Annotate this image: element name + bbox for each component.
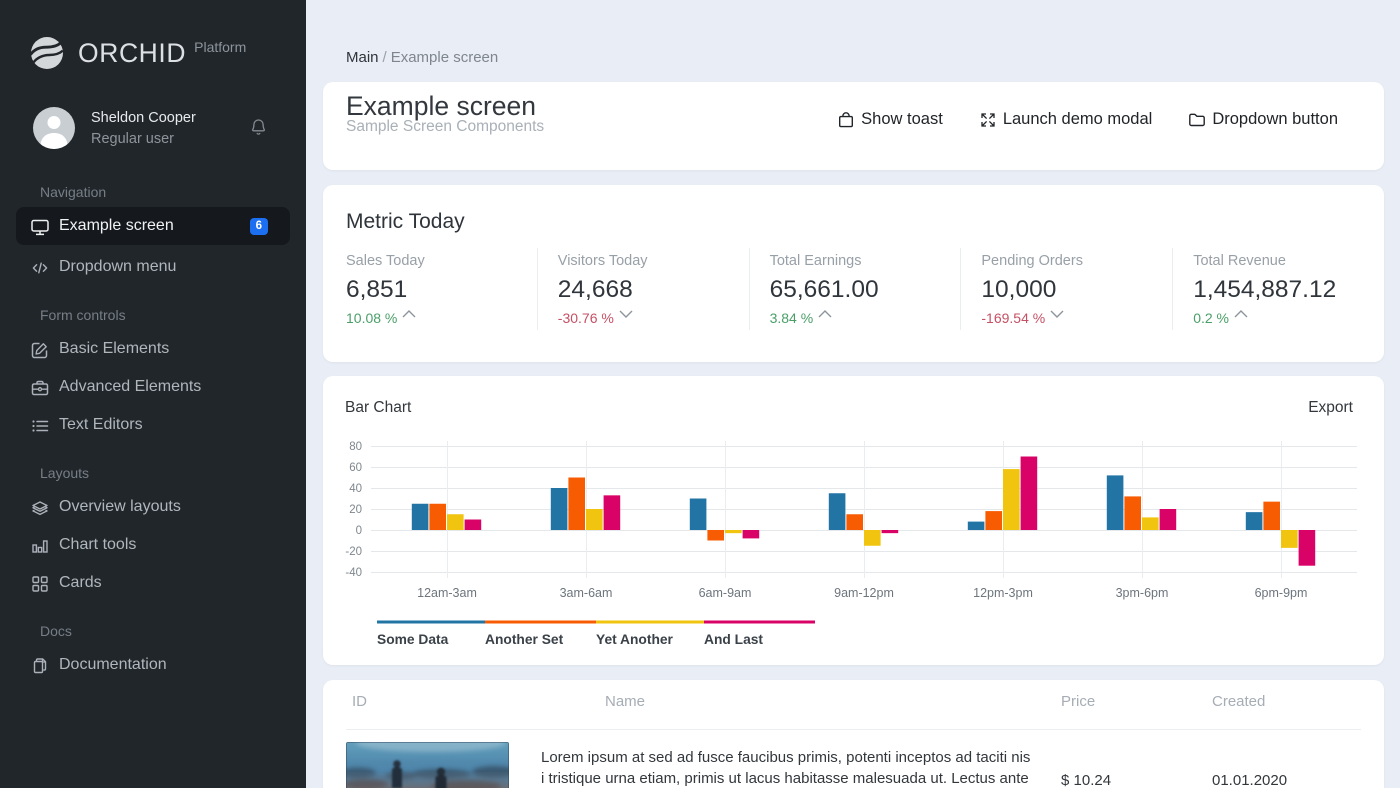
svg-text:9am-12pm: 9am-12pm [834, 586, 894, 600]
svg-text:20: 20 [349, 504, 362, 516]
svg-text:60: 60 [349, 462, 362, 474]
svg-text:0: 0 [356, 525, 362, 537]
svg-text:Some Data: Some Data [377, 632, 449, 647]
svg-text:3am-6am: 3am-6am [560, 586, 613, 600]
svg-text:12am-3am: 12am-3am [417, 586, 477, 600]
svg-text:12pm-3pm: 12pm-3pm [973, 586, 1033, 600]
svg-text:6am-9am: 6am-9am [699, 586, 752, 600]
svg-text:6pm-9pm: 6pm-9pm [1255, 586, 1308, 600]
svg-text:-20: -20 [345, 546, 362, 558]
svg-text:-40: -40 [345, 567, 362, 579]
svg-text:3pm-6pm: 3pm-6pm [1116, 586, 1169, 600]
svg-text:80: 80 [349, 441, 362, 453]
svg-text:Another Set: Another Set [485, 632, 564, 647]
svg-text:40: 40 [349, 483, 362, 495]
svg-text:Yet Another: Yet Another [596, 632, 674, 647]
svg-text:And Last: And Last [704, 632, 763, 647]
